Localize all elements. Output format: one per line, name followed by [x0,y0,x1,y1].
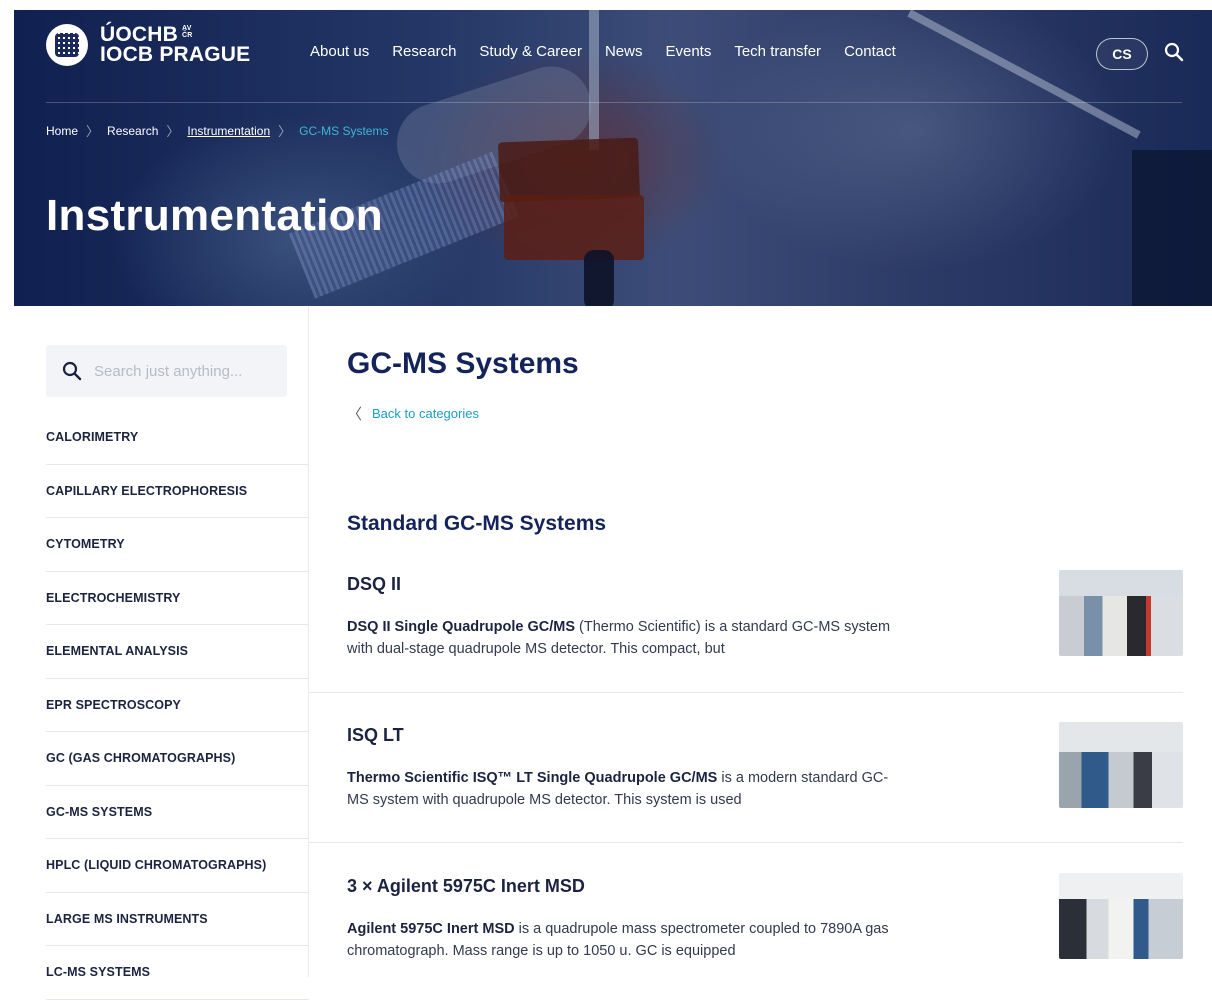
nav-contact[interactable]: Contact [844,43,896,60]
instrument-photo[interactable] [1059,873,1183,959]
breadcrumb-instrumentation[interactable]: Instrumentation [187,124,270,138]
instrument-title[interactable]: DSQ II [347,574,401,595]
category-sidebar: CALORIMETRY CAPILLARY ELECTROPHORESIS CY… [0,306,309,1000]
breadcrumb-separator-icon: 〉 [278,124,292,139]
category-item[interactable]: LARGE MS INSTRUMENTS [46,893,309,946]
category-item[interactable]: ELECTROCHEMISTRY [46,572,309,625]
hero-title: Instrumentation [46,191,383,240]
header-divider [46,102,1182,103]
search-icon[interactable] [1164,42,1184,62]
instrument-photo[interactable] [1059,722,1183,808]
category-item[interactable]: GC (GAS CHROMATOGRAPHS) [46,732,309,786]
section-title: Standard GC-MS Systems [347,512,607,535]
instrument-description: Agilent 5975C Inert MSD is a quadrupole … [347,921,889,959]
category-list: CALORIMETRY CAPILLARY ELECTROPHORESIS CY… [46,411,309,1000]
category-item[interactable]: CALORIMETRY [46,411,309,465]
category-item-active[interactable]: GC-MS SYSTEMS [46,786,309,839]
hero-image-block [497,137,641,203]
breadcrumb-current: GC-MS Systems [299,123,389,138]
instrument-title[interactable]: 3 × Agilent 5975C Inert MSD [347,876,585,897]
site-logo[interactable]: ÚOCHB AV ČR IOCB PRAGUE [46,24,250,66]
hero-image-cable [584,250,614,306]
hero-image-block [504,195,644,260]
page-title: GC-MS Systems [347,347,579,380]
sidebar-search[interactable] [46,345,287,397]
instrument-description: Thermo Scientific ISQ™ LT Single Quadrup… [347,770,889,808]
breadcrumb: Home 〉 Research 〉 Instrumentation 〉 GC-M… [46,121,388,140]
hero-banner: ÚOCHB AV ČR IOCB PRAGUE About us Research… [14,10,1212,306]
logo-academy-mark: AV ČR [182,25,193,39]
instrument-description: DSQ II Single Quadrupole GC/MS (Thermo S… [347,619,891,657]
divider [309,842,1183,843]
divider [309,692,1183,693]
hero-image-pipe [907,10,1141,139]
category-item[interactable]: ELEMENTAL ANALYSIS [46,625,309,679]
chevron-left-icon: 〈 [347,406,363,423]
logo-name-czech: ÚOCHB [100,23,178,46]
instrument-photo[interactable] [1059,570,1183,656]
nav-events[interactable]: Events [665,43,711,60]
main-nav: About us Research Study & Career News Ev… [310,43,896,60]
back-to-categories-link[interactable]: 〈 Back to categories [347,403,479,424]
instrument-title[interactable]: ISQ LT [347,725,404,746]
category-item[interactable]: CYTOMETRY [46,518,309,572]
search-icon [62,361,82,381]
hero-image-rod [589,10,599,150]
logo-icon [46,24,88,66]
search-input[interactable] [94,362,274,380]
nav-study-career[interactable]: Study & Career [479,43,582,60]
category-item[interactable]: HPLC (LIQUID CHROMATOGRAPHS) [46,839,309,893]
language-switch-button[interactable]: CS [1096,38,1148,70]
nav-about-us[interactable]: About us [310,43,369,60]
hero-image-shadow [1132,150,1212,306]
breadcrumb-separator-icon: 〉 [86,124,100,139]
nav-tech-transfer[interactable]: Tech transfer [734,43,821,60]
breadcrumb-home[interactable]: Home [46,124,78,138]
back-link-label: Back to categories [372,406,479,421]
category-item[interactable]: CAPILLARY ELECTROPHORESIS [46,465,309,518]
instrument-entry[interactable]: ISQ LT Thermo Scientific ISQ™ LT Single … [347,722,1183,825]
instrument-entry[interactable]: 3 × Agilent 5975C Inert MSD Agilent 5975… [347,873,1183,976]
breadcrumb-research[interactable]: Research [107,124,158,138]
instrument-entry[interactable]: DSQ II DSQ II Single Quadrupole GC/MS (T… [347,570,1183,674]
logo-name-english: IOCB PRAGUE [100,43,251,66]
nav-research[interactable]: Research [392,43,456,60]
breadcrumb-separator-icon: 〉 [166,124,180,139]
nav-news[interactable]: News [605,43,643,60]
category-item[interactable]: EPR SPECTROSCOPY [46,679,309,732]
category-item[interactable]: LC-MS SYSTEMS [46,946,309,1000]
